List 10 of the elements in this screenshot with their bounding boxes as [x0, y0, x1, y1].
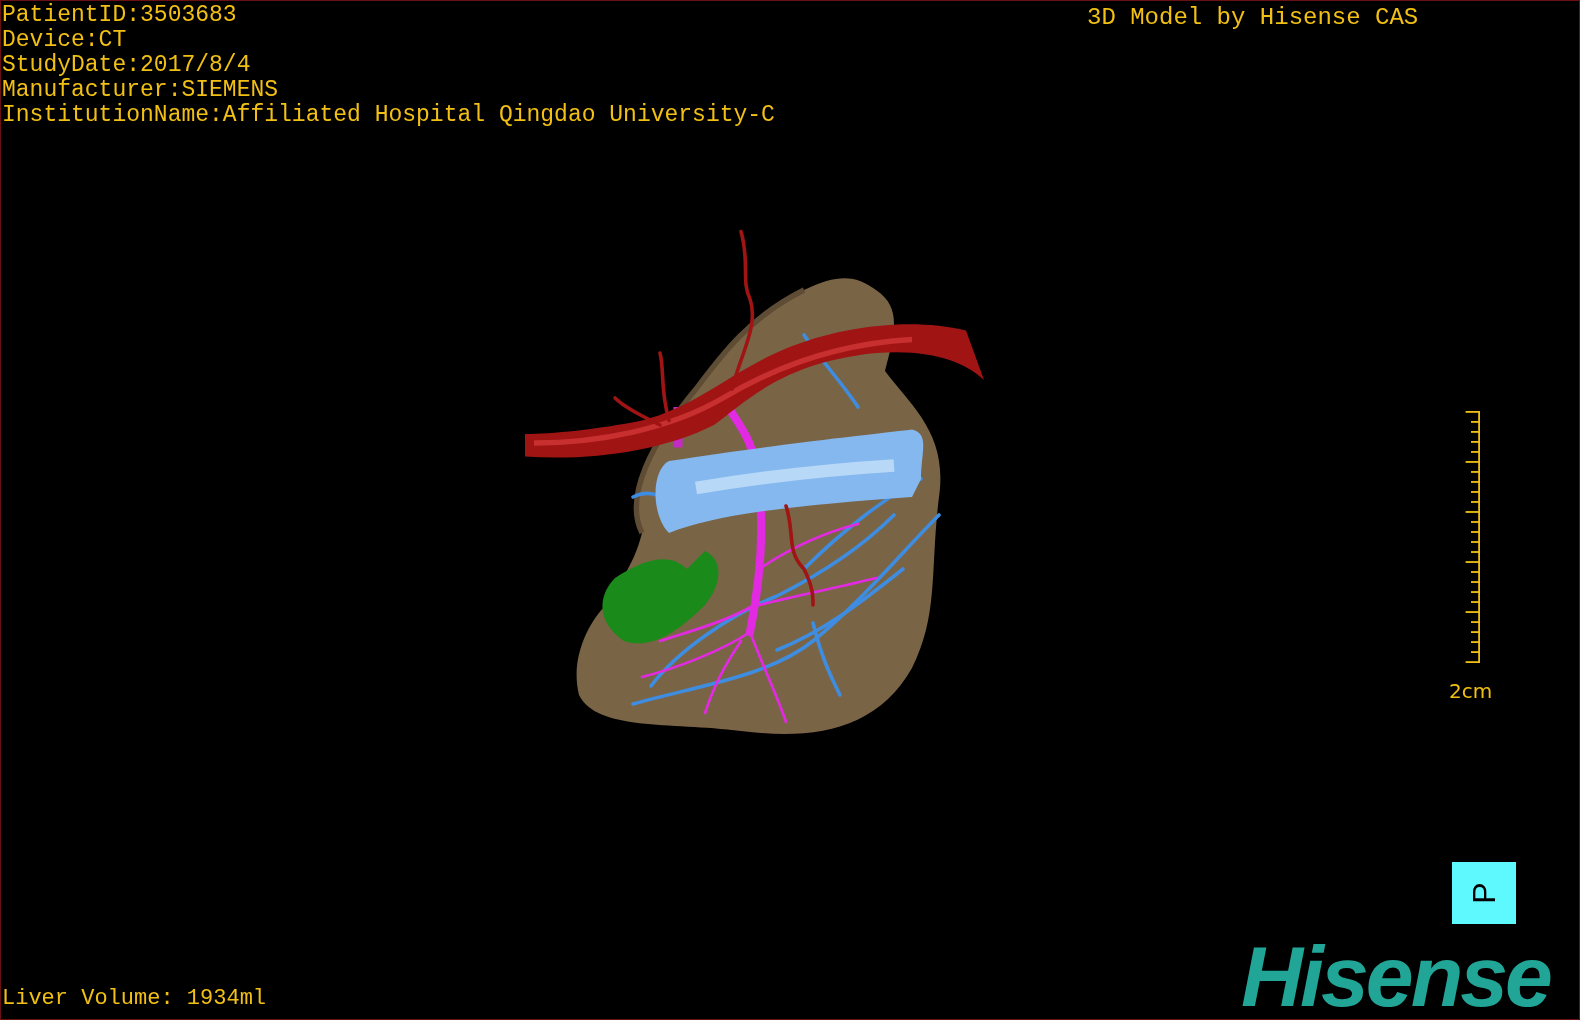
- patient-info-text: StudyDate:2017/8/4: [2, 53, 251, 78]
- logo: Hisense: [1241, 937, 1550, 1015]
- patient-info-text: InstitutionName:Affiliated Hospital Qingdao University-C: [2, 103, 775, 128]
- patient-info-text: Manufacturer:SIEMENS: [2, 78, 279, 103]
- model-title: 3D Model by Hisense CAS: [1087, 5, 1419, 30]
- patient-info-text: PatientID:3503683: [2, 3, 237, 28]
- patient-info-text: Device:CT: [2, 28, 127, 53]
- scale-label: 2cm: [1449, 680, 1493, 702]
- orientation-cube[interactable]: P: [1452, 862, 1516, 924]
- liver-volume-text: Liver Volume: 1934ml: [2, 986, 267, 1011]
